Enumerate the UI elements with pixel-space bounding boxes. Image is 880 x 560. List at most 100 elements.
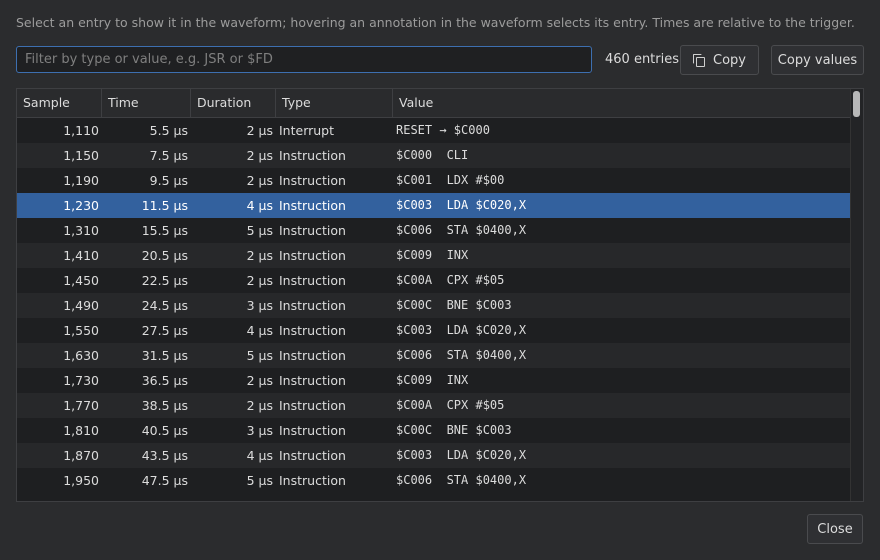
table-row[interactable]: 1,190 9.5 µs 2 µs Instruction $C001 LDX #$00 [17, 168, 852, 193]
cell-sample: 1,550 [63, 323, 99, 338]
cell-type: Instruction [279, 473, 346, 488]
cell-time: 40.5 µs [141, 423, 188, 438]
cell-duration: 2 µs [246, 248, 273, 263]
cell-duration: 2 µs [246, 398, 273, 413]
copy-values-button[interactable]: Copy values [771, 45, 864, 75]
table-row[interactable]: 1,490 24.5 µs 3 µs Instruction $C00C BNE $C0… [17, 293, 852, 318]
column-header-duration[interactable]: Duration [191, 89, 276, 117]
cell-type: Instruction [279, 323, 346, 338]
cell-type: Instruction [279, 148, 346, 163]
cell-duration: 2 µs [246, 123, 273, 138]
cell-type: Instruction [279, 298, 346, 313]
cell-type: Instruction [279, 173, 346, 188]
cell-duration: 2 µs [246, 148, 273, 163]
copy-button[interactable]: Copy [680, 45, 759, 75]
cell-sample: 1,490 [63, 298, 99, 313]
table-row[interactable]: 1,630 31.5 µs 5 µs Instruction $C006 STA $04… [17, 343, 852, 368]
table-row[interactable]: 1,310 15.5 µs 5 µs Instruction $C006 STA $04… [17, 218, 852, 243]
vertical-scrollbar[interactable] [850, 89, 863, 501]
table-row[interactable]: 1,870 43.5 µs 4 µs Instruction $C003 LDA $C0… [17, 443, 852, 468]
cell-value: $C003 LDA $C020,X [396, 198, 527, 212]
cell-value: $C00C BNE $C003 [396, 298, 512, 312]
cell-sample: 1,450 [63, 273, 99, 288]
table-row[interactable]: 1,410 20.5 µs 2 µs Instruction $C009 INX [17, 243, 852, 268]
cell-sample: 1,770 [63, 398, 99, 413]
cell-value: $C00C BNE $C003 [396, 423, 512, 437]
cell-time: 24.5 µs [141, 298, 188, 313]
cell-value: $C009 INX [396, 248, 469, 262]
cell-time: 11.5 µs [141, 198, 188, 213]
cell-sample: 1,950 [63, 473, 99, 488]
table-row[interactable]: 1,810 40.5 µs 3 µs Instruction $C00C BNE $C0… [17, 418, 852, 443]
cell-type: Instruction [279, 423, 346, 438]
table-header: Sample Time Duration Type Value [17, 89, 852, 118]
cell-value: $C003 LDA $C020,X [396, 448, 527, 462]
cell-time: 9.5 µs [149, 173, 188, 188]
cell-value: $C000 CLI [396, 148, 469, 162]
table-row[interactable]: 1,770 38.5 µs 2 µs Instruction $C00A CPX #$0… [17, 393, 852, 418]
table-row[interactable]: 1,450 22.5 µs 2 µs Instruction $C00A CPX #$0… [17, 268, 852, 293]
cell-duration: 3 µs [246, 423, 273, 438]
close-button[interactable]: Close [807, 514, 863, 544]
cell-value: $C00A CPX #$05 [396, 273, 505, 287]
cell-duration: 5 µs [246, 223, 273, 238]
cell-type: Instruction [279, 398, 346, 413]
cell-value: RESET → $C000 [396, 123, 490, 137]
cell-duration: 2 µs [246, 173, 273, 188]
copy-button-label: Copy [713, 52, 746, 68]
table-row[interactable]: 1,230 11.5 µs 4 µs Instruction $C003 LDA $C0… [17, 193, 852, 218]
cell-sample: 1,110 [63, 123, 99, 138]
column-header-sample[interactable]: Sample [17, 89, 102, 117]
cell-time: 5.5 µs [149, 123, 188, 138]
table-row[interactable]: 1,950 47.5 µs 5 µs Instruction $C006 STA $04… [17, 468, 852, 493]
column-header-time[interactable]: Time [102, 89, 191, 117]
scrollbar-thumb[interactable] [853, 91, 860, 117]
table-row[interactable]: 1,150 7.5 µs 2 µs Instruction $C000 CLI [17, 143, 852, 168]
table-row[interactable]: 1,730 36.5 µs 2 µs Instruction $C009 INX [17, 368, 852, 393]
cell-duration: 4 µs [246, 448, 273, 463]
cell-time: 27.5 µs [141, 323, 188, 338]
cell-duration: 2 µs [246, 373, 273, 388]
filter-input[interactable] [16, 46, 592, 73]
cell-duration: 2 µs [246, 273, 273, 288]
cell-time: 47.5 µs [141, 473, 188, 488]
cell-value: $C003 LDA $C020,X [396, 323, 527, 337]
cell-duration: 4 µs [246, 198, 273, 213]
cell-value: $C001 LDX #$00 [396, 173, 505, 187]
cell-sample: 1,730 [63, 373, 99, 388]
instructions-text: Select an entry to show it in the wavefo… [16, 15, 855, 30]
cell-time: 22.5 µs [141, 273, 188, 288]
cell-time: 20.5 µs [141, 248, 188, 263]
cell-duration: 3 µs [246, 298, 273, 313]
table-body: 1,110 5.5 µs 2 µs Interrupt RESET → $C000 1,1… [17, 118, 852, 501]
cell-type: Instruction [279, 448, 346, 463]
table-row[interactable]: 1,550 27.5 µs 4 µs Instruction $C003 LDA $C0… [17, 318, 852, 343]
cell-sample: 1,190 [63, 173, 99, 188]
cell-value: $C006 STA $0400,X [396, 473, 527, 487]
cell-value: $C006 STA $0400,X [396, 223, 527, 237]
cell-time: 36.5 µs [141, 373, 188, 388]
cell-type: Instruction [279, 373, 346, 388]
cell-time: 7.5 µs [149, 148, 188, 163]
cell-sample: 1,310 [63, 223, 99, 238]
cell-duration: 5 µs [246, 473, 273, 488]
close-button-label: Close [817, 521, 853, 537]
cell-value: $C006 STA $0400,X [396, 348, 527, 362]
column-header-value[interactable]: Value [393, 89, 852, 117]
cell-sample: 1,150 [63, 148, 99, 163]
cell-sample: 1,230 [63, 198, 99, 213]
cell-time: 43.5 µs [141, 448, 188, 463]
column-header-type[interactable]: Type [276, 89, 393, 117]
entry-count: 460 entries [605, 52, 680, 67]
cell-sample: 1,630 [63, 348, 99, 363]
cell-duration: 5 µs [246, 348, 273, 363]
copy-icon [693, 54, 705, 67]
cell-time: 31.5 µs [141, 348, 188, 363]
cell-time: 15.5 µs [141, 223, 188, 238]
cell-type: Instruction [279, 198, 346, 213]
cell-type: Instruction [279, 273, 346, 288]
cell-time: 38.5 µs [141, 398, 188, 413]
table-row[interactable]: 1,110 5.5 µs 2 µs Interrupt RESET → $C000 [17, 118, 852, 143]
cell-value: $C00A CPX #$05 [396, 398, 505, 412]
cell-sample: 1,870 [63, 448, 99, 463]
